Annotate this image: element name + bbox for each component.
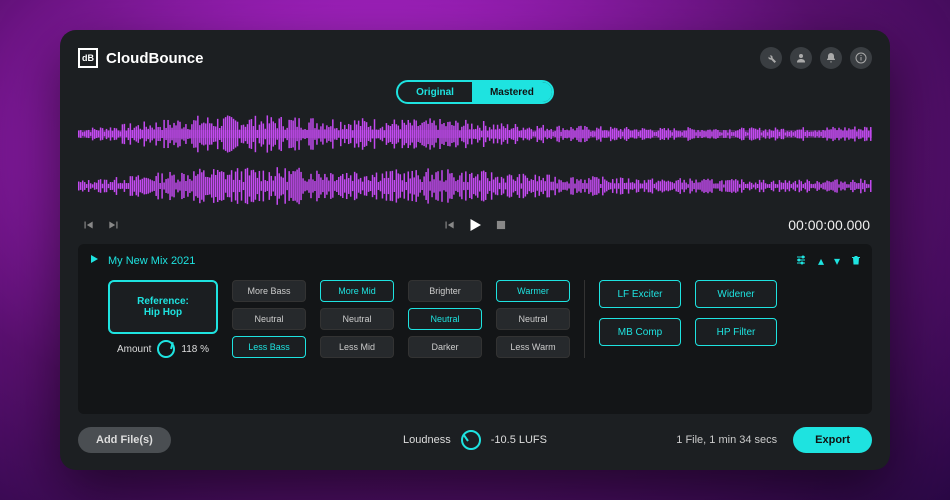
trash-icon[interactable] (850, 254, 862, 269)
brand-name: CloudBounce (106, 50, 204, 67)
effect-chip[interactable]: LF Exciter (599, 280, 681, 308)
skip-back-icon[interactable] (80, 218, 96, 232)
divider (584, 280, 585, 358)
waveform-display[interactable] (78, 110, 872, 210)
export-button[interactable]: Export (793, 427, 872, 453)
file-info: 1 File, 1 min 34 secs (676, 434, 777, 446)
track-title: My New Mix 2021 (108, 255, 195, 267)
effect-chip[interactable]: MB Comp (599, 318, 681, 346)
warmth-column: Warmer Neutral Less Warm (496, 280, 570, 358)
info-icon[interactable] (850, 47, 872, 69)
timecode: 00:00:00.000 (788, 217, 870, 233)
user-icon[interactable] (790, 47, 812, 69)
option-chip[interactable]: Brighter (408, 280, 482, 302)
wrench-icon[interactable] (760, 47, 782, 69)
footer: Add File(s) Loudness -10.5 LUFS 1 File, … (78, 424, 872, 456)
bass-column: More Bass Neutral Less Bass (232, 280, 306, 358)
track-panel: My New Mix 2021 ▴ ▾ Reference: Hip Hop A… (78, 244, 872, 414)
effect-chip[interactable]: Widener (695, 280, 777, 308)
option-chip[interactable]: More Mid (320, 280, 394, 302)
option-chip[interactable]: More Bass (232, 280, 306, 302)
app-window: dB CloudBounce Original Mastered (60, 30, 890, 470)
add-files-button[interactable]: Add File(s) (78, 427, 171, 453)
toggle-mastered[interactable]: Mastered (472, 82, 552, 102)
track-play-icon[interactable] (88, 252, 100, 270)
effects-column-2: Widener HP Filter (695, 280, 777, 346)
header-actions (760, 47, 872, 69)
compare-toggle: Original Mastered (78, 80, 872, 104)
option-chip[interactable]: Neutral (408, 308, 482, 330)
reference-genre-button[interactable]: Reference: Hip Hop (108, 280, 218, 334)
loudness-value: -10.5 LUFS (491, 434, 547, 446)
skip-forward-icon[interactable] (106, 218, 122, 232)
prev-icon[interactable] (442, 218, 456, 232)
reference-value: Hip Hop (144, 307, 182, 318)
bell-icon[interactable] (820, 47, 842, 69)
header: dB CloudBounce (78, 44, 872, 72)
mid-column: More Mid Neutral Less Mid (320, 280, 394, 358)
brightness-column: Brighter Neutral Darker (408, 280, 482, 358)
option-chip[interactable]: Neutral (496, 308, 570, 330)
sliders-icon[interactable] (794, 254, 808, 269)
option-chip[interactable]: Darker (408, 336, 482, 358)
logo-badge: dB (78, 48, 98, 68)
mastering-controls: Reference: Hip Hop Amount 118 % More Bas… (88, 280, 862, 358)
option-chip[interactable]: Warmer (496, 280, 570, 302)
expand-down-icon[interactable]: ▾ (834, 254, 840, 268)
toggle-original[interactable]: Original (398, 82, 472, 102)
effect-chip[interactable]: HP Filter (695, 318, 777, 346)
option-chip[interactable]: Neutral (232, 308, 306, 330)
stop-icon[interactable] (494, 218, 508, 232)
amount-label: Amount (117, 344, 151, 355)
reference-label: Reference: (137, 296, 189, 307)
option-chip[interactable]: Less Warm (496, 336, 570, 358)
loudness-control: Loudness -10.5 LUFS (403, 430, 547, 450)
collapse-up-icon[interactable]: ▴ (818, 254, 824, 268)
loudness-label: Loudness (403, 434, 451, 446)
play-icon[interactable] (466, 216, 484, 234)
logo: dB CloudBounce (78, 48, 204, 68)
loudness-knob[interactable] (461, 430, 481, 450)
amount-value: 118 % (181, 344, 209, 355)
option-chip[interactable]: Less Bass (232, 336, 306, 358)
option-chip[interactable]: Less Mid (320, 336, 394, 358)
option-chip[interactable]: Neutral (320, 308, 394, 330)
transport-bar: 00:00:00.000 (78, 214, 872, 236)
effects-column-1: LF Exciter MB Comp (599, 280, 681, 346)
amount-knob[interactable] (157, 340, 175, 358)
